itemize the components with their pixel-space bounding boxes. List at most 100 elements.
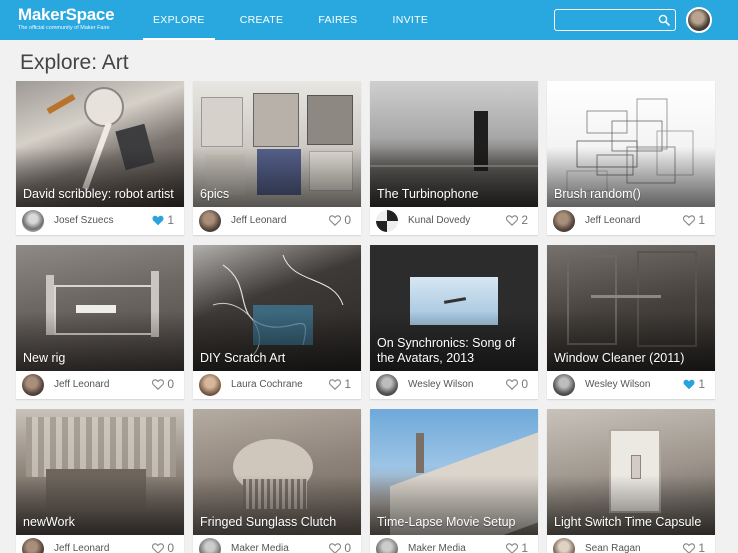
- nav-invite[interactable]: INVITE: [383, 0, 439, 40]
- heart-icon[interactable]: [506, 542, 519, 553]
- like-count: 1: [521, 541, 528, 553]
- author-name[interactable]: Jeff Leonard: [231, 215, 286, 226]
- heart-icon[interactable]: [152, 542, 165, 553]
- project-thumbnail[interactable]: newWork: [16, 409, 184, 535]
- heart-icon[interactable]: [683, 214, 696, 226]
- author-avatar[interactable]: [22, 210, 44, 232]
- project-card[interactable]: 6pics Jeff Leonard 0: [193, 81, 361, 235]
- like-counter[interactable]: 1: [506, 541, 528, 553]
- project-card[interactable]: Brush random() Jeff Leonard 1: [547, 81, 715, 235]
- project-card[interactable]: newWork Jeff Leonard 0: [16, 409, 184, 553]
- card-footer: Jeff Leonard 0: [16, 371, 184, 399]
- author-name[interactable]: Josef Szuecs: [54, 215, 113, 226]
- author-avatar[interactable]: [376, 538, 398, 553]
- project-card[interactable]: Light Switch Time Capsule Sean Ragan 1: [547, 409, 715, 553]
- project-thumbnail[interactable]: 6pics: [193, 81, 361, 207]
- like-count: 1: [344, 377, 351, 391]
- author-name[interactable]: Wesley Wilson: [408, 379, 473, 390]
- heart-icon[interactable]: [329, 214, 342, 226]
- project-card[interactable]: The Turbinophone Kunal Dovedy 2: [370, 81, 538, 235]
- project-card[interactable]: New rig Jeff Leonard 0: [16, 245, 184, 399]
- card-footer: Wesley Wilson 0: [370, 371, 538, 399]
- like-counter[interactable]: 1: [683, 377, 705, 391]
- project-thumbnail[interactable]: The Turbinophone: [370, 81, 538, 207]
- logo-title: MakerSpace: [18, 5, 115, 24]
- like-counter[interactable]: 1: [152, 213, 174, 227]
- project-card[interactable]: David scribbley: robot artist Josef Szue…: [16, 81, 184, 235]
- heart-icon[interactable]: [152, 378, 165, 390]
- heart-icon[interactable]: [152, 215, 164, 226]
- author-avatar[interactable]: [199, 210, 221, 232]
- author-avatar[interactable]: [199, 538, 221, 553]
- like-counter[interactable]: 0: [506, 377, 528, 391]
- author-avatar[interactable]: [22, 374, 44, 396]
- card-footer: Jeff Leonard 0: [16, 535, 184, 553]
- makerspace-logo[interactable]: MakerSpace The official community of Mak…: [18, 5, 115, 32]
- nav-faires[interactable]: FAIRES: [308, 0, 367, 40]
- logo-subtitle: The official community of Maker Faire: [18, 25, 110, 31]
- search-icon[interactable]: [658, 14, 670, 26]
- search-input[interactable]: [559, 12, 655, 28]
- author-name[interactable]: Maker Media: [408, 543, 466, 553]
- author-avatar[interactable]: [553, 538, 575, 553]
- author-name[interactable]: Jeff Leonard: [54, 543, 109, 553]
- like-count: 1: [698, 377, 705, 391]
- author-name[interactable]: Kunal Dovedy: [408, 215, 470, 226]
- project-card[interactable]: Fringed Sunglass Clutch Maker Media 0: [193, 409, 361, 553]
- like-count: 0: [344, 213, 351, 227]
- heart-icon[interactable]: [329, 542, 342, 553]
- author-avatar[interactable]: [553, 210, 575, 232]
- author-name[interactable]: Wesley Wilson: [585, 379, 650, 390]
- author-avatar[interactable]: [22, 538, 44, 553]
- scribble-artwork: [566, 98, 694, 192]
- project-thumbnail[interactable]: David scribbley: robot artist: [16, 81, 184, 207]
- card-footer: Maker Media 1: [370, 535, 538, 553]
- author-name[interactable]: Laura Cochrane: [231, 379, 303, 390]
- author-name[interactable]: Sean Ragan: [585, 543, 641, 553]
- heart-icon[interactable]: [683, 542, 696, 553]
- card-title: Light Switch Time Capsule: [554, 515, 702, 529]
- project-thumbnail[interactable]: Time-Lapse Movie Setup: [370, 409, 538, 535]
- author-name[interactable]: Jeff Leonard: [585, 215, 640, 226]
- author-avatar[interactable]: [553, 374, 575, 396]
- project-thumbnail[interactable]: Window Cleaner (2011): [547, 245, 715, 371]
- author-avatar[interactable]: [376, 210, 398, 232]
- like-counter[interactable]: 0: [329, 213, 351, 227]
- project-thumbnail[interactable]: Light Switch Time Capsule: [547, 409, 715, 535]
- project-card[interactable]: DIY Scratch Art Laura Cochrane 1: [193, 245, 361, 399]
- like-counter[interactable]: 0: [152, 377, 174, 391]
- card-footer: Jeff Leonard 0: [193, 207, 361, 235]
- heart-icon[interactable]: [329, 378, 342, 390]
- project-thumbnail[interactable]: New rig: [16, 245, 184, 371]
- nav-create[interactable]: CREATE: [230, 0, 294, 40]
- like-counter[interactable]: 1: [683, 213, 705, 227]
- like-counter[interactable]: 2: [506, 213, 528, 227]
- heart-icon[interactable]: [683, 379, 695, 390]
- project-thumbnail[interactable]: Brush random(): [547, 81, 715, 207]
- user-avatar[interactable]: [686, 7, 712, 33]
- nav-explore[interactable]: EXPLORE: [143, 0, 215, 40]
- heart-icon[interactable]: [506, 214, 519, 226]
- card-title: 6pics: [200, 187, 230, 201]
- author-name[interactable]: Maker Media: [231, 543, 289, 553]
- project-card[interactable]: Time-Lapse Movie Setup Maker Media 1: [370, 409, 538, 553]
- card-title: The Turbinophone: [377, 187, 479, 201]
- project-thumbnail[interactable]: Fringed Sunglass Clutch: [193, 409, 361, 535]
- project-thumbnail[interactable]: DIY Scratch Art: [193, 245, 361, 371]
- project-thumbnail[interactable]: On Synchronics: Song of the Avatars, 201…: [370, 245, 538, 371]
- heart-icon[interactable]: [506, 378, 519, 390]
- like-counter[interactable]: 1: [683, 541, 705, 553]
- like-counter[interactable]: 0: [152, 541, 174, 553]
- project-card[interactable]: Window Cleaner (2011) Wesley Wilson 1: [547, 245, 715, 399]
- project-card[interactable]: On Synchronics: Song of the Avatars, 201…: [370, 245, 538, 399]
- card-footer: Kunal Dovedy 2: [370, 207, 538, 235]
- like-counter[interactable]: 0: [329, 541, 351, 553]
- like-counter[interactable]: 1: [329, 377, 351, 391]
- like-count: 1: [167, 213, 174, 227]
- card-title: Time-Lapse Movie Setup: [377, 515, 516, 529]
- author-avatar[interactable]: [199, 374, 221, 396]
- card-title: Brush random(): [554, 187, 641, 201]
- author-name[interactable]: Jeff Leonard: [54, 379, 109, 390]
- author-avatar[interactable]: [376, 374, 398, 396]
- like-count: 0: [167, 541, 174, 553]
